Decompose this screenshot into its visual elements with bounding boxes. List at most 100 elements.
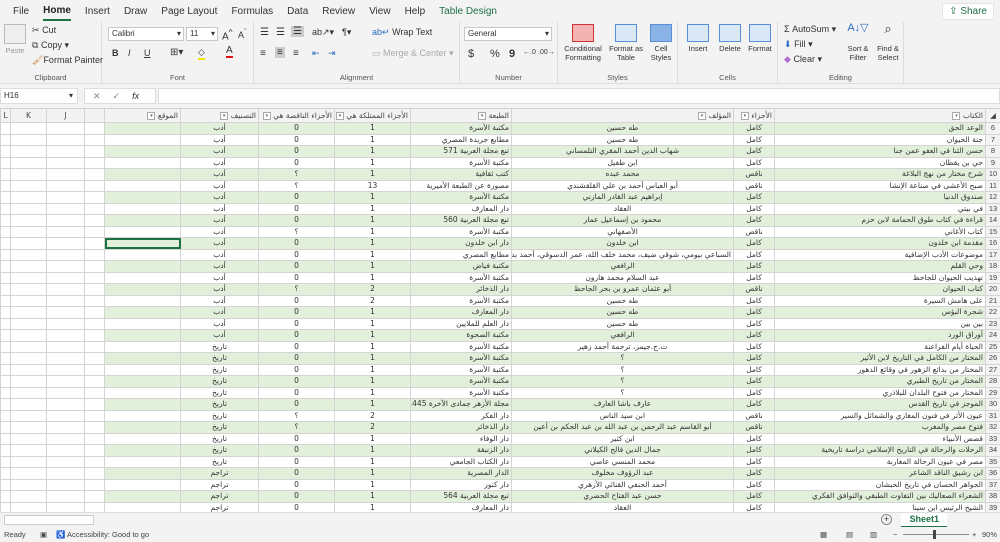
cell[interactable] (84, 432, 105, 445)
cell-book-title[interactable]: كتاب الحيوان (774, 283, 986, 296)
row-header[interactable]: 32 (985, 421, 1000, 434)
cell[interactable] (10, 133, 47, 146)
cell-edition[interactable]: مكتبة الأسرة (410, 191, 512, 204)
decrease-font-icon[interactable]: Aˇ (238, 27, 247, 40)
cell-edition[interactable]: مكتبة الصحوة (410, 329, 512, 342)
cell-author[interactable]: عبد السلام محمد هارون (511, 271, 734, 284)
row-header[interactable]: 13 (985, 202, 1000, 215)
cell-author[interactable]: أبو عثمان عمرو بن بحر الجاحظ (511, 283, 734, 296)
cell[interactable] (84, 467, 105, 480)
spreadsheet-grid[interactable]: ◢ الكتاب ▾ الأجزاء ▾ المؤلف ▾ الطبعة ▾ الأجزا… (0, 108, 1000, 512)
cell-owned-parts[interactable]: 1 (334, 225, 411, 238)
cell[interactable] (84, 363, 105, 376)
cell-edition[interactable]: الدار المصرية (410, 467, 512, 480)
cell-category[interactable]: أدب (180, 202, 259, 215)
cell-author[interactable]: الأصفهاني (511, 225, 734, 238)
cell[interactable] (0, 133, 11, 146)
cell[interactable] (0, 409, 11, 422)
cell-author[interactable]: عبد الرؤوف مخلوف (511, 467, 734, 480)
cell[interactable] (46, 467, 85, 480)
sort-filter-button[interactable]: A↓▽ Sort & Filter (844, 23, 872, 63)
cell-location[interactable] (104, 467, 181, 480)
cell-book-title[interactable]: الجواهر الحسان في تاريخ الحبشان (774, 478, 986, 491)
cell[interactable] (0, 490, 11, 503)
cell[interactable] (84, 340, 105, 353)
cell-owned-parts[interactable]: 1 (334, 340, 411, 353)
cell[interactable] (46, 398, 85, 411)
align-center-icon[interactable]: ≡ (275, 47, 285, 58)
cell[interactable] (84, 444, 105, 457)
font-color-icon[interactable]: A (226, 46, 233, 58)
cell-category[interactable]: تراجم (180, 478, 259, 491)
cell[interactable] (84, 421, 105, 434)
row-header[interactable]: 18 (985, 260, 1000, 273)
cell-book-title[interactable]: المختار من الكامل في التاريخ لابن الأثير (774, 352, 986, 365)
cell-category[interactable]: أدب (180, 237, 259, 250)
cell-owned-parts[interactable]: 1 (334, 202, 411, 215)
cell[interactable] (0, 179, 11, 192)
cell-parts-status[interactable]: كامل (733, 191, 775, 204)
cell[interactable] (84, 283, 105, 296)
cell-edition[interactable]: مكتبة الأسرة (410, 156, 512, 169)
row-header[interactable]: 23 (985, 317, 1000, 330)
cell-missing-parts[interactable]: 0 (258, 363, 335, 376)
cell-edition[interactable]: مكتبة الأسرة (410, 271, 512, 284)
cell-parts-status[interactable]: كامل (733, 340, 775, 353)
cell-category[interactable]: أدب (180, 133, 259, 146)
cell-missing-parts[interactable]: 0 (258, 386, 335, 399)
cell-location[interactable] (104, 122, 181, 135)
tab-view[interactable]: View (369, 3, 391, 20)
cell-book-title[interactable]: قراءة في كتاب طوق الحمامة لابن حزم (774, 214, 986, 227)
add-sheet-button[interactable]: + (881, 514, 892, 525)
cell-category[interactable]: تراجم (180, 467, 259, 480)
cell[interactable] (0, 191, 11, 204)
cell[interactable] (84, 317, 105, 330)
cell-book-title[interactable]: الشعراء الصعاليك بين التفاوت الطبقي والت… (774, 490, 986, 503)
cell-owned-parts[interactable]: 1 (334, 398, 411, 411)
cell[interactable] (10, 386, 47, 399)
cell-location[interactable] (104, 145, 181, 158)
filter-dropdown-icon[interactable]: ▾ (478, 111, 487, 120)
cell[interactable] (0, 156, 11, 169)
cell-author[interactable]: أحمد الحنفي القنائي الأزهري (511, 478, 734, 491)
cell-edition[interactable]: مكتبة الأسرة (410, 225, 512, 238)
formula-input[interactable] (158, 88, 1000, 104)
cell-edition[interactable]: تبع مجلة العربية 571 (410, 145, 512, 158)
cell-owned-parts[interactable]: 1 (334, 467, 411, 480)
cell[interactable] (10, 179, 47, 192)
font-size-select[interactable]: 11 ▾ (186, 27, 218, 41)
cell-missing-parts[interactable]: 0 (258, 317, 335, 330)
cell-book-title[interactable]: جنة الحيوان (774, 133, 986, 146)
cell[interactable] (10, 317, 47, 330)
cell-edition[interactable]: تبع مجلة العربية 560 (410, 214, 512, 227)
cell-parts-status[interactable]: كامل (733, 352, 775, 365)
row-header[interactable]: 17 (985, 248, 1000, 261)
cell-parts-status[interactable]: كامل (733, 386, 775, 399)
cell-book-title[interactable]: مصر في عيون الرحالة المغاربة (774, 455, 986, 468)
cell[interactable] (10, 432, 47, 445)
number-format-select[interactable]: General ▾ (464, 27, 552, 41)
cell[interactable] (10, 501, 47, 512)
cell-location[interactable] (104, 237, 181, 250)
cell-owned-parts[interactable]: 1 (334, 352, 411, 365)
cell-owned-parts[interactable]: 1 (334, 248, 411, 261)
cell[interactable] (84, 375, 105, 388)
cell-missing-parts[interactable]: 0 (258, 122, 335, 135)
row-header[interactable]: 38 (985, 490, 1000, 503)
cell-location[interactable] (104, 444, 181, 457)
cell[interactable] (46, 156, 85, 169)
cell[interactable] (0, 237, 11, 250)
cell-author[interactable]: الرافعي (511, 260, 734, 273)
row-header[interactable]: 12 (985, 191, 1000, 204)
cell-parts-status[interactable]: كامل (733, 294, 775, 307)
cell[interactable] (10, 352, 47, 365)
cell-author[interactable]: أبو العباس أحمد بن علي القلقشندي (511, 179, 734, 192)
cell-edition[interactable]: دار ابن خلدون (410, 237, 512, 250)
cell[interactable] (0, 329, 11, 342)
cell-book-title[interactable]: المختار من فتوح البلدان للبلاذري (774, 386, 986, 399)
cell-missing-parts[interactable]: ؟ (258, 421, 335, 434)
page-break-view-icon[interactable]: ▥ (870, 527, 877, 542)
cell[interactable] (46, 237, 85, 250)
cell[interactable] (10, 156, 47, 169)
cell[interactable] (0, 386, 11, 399)
